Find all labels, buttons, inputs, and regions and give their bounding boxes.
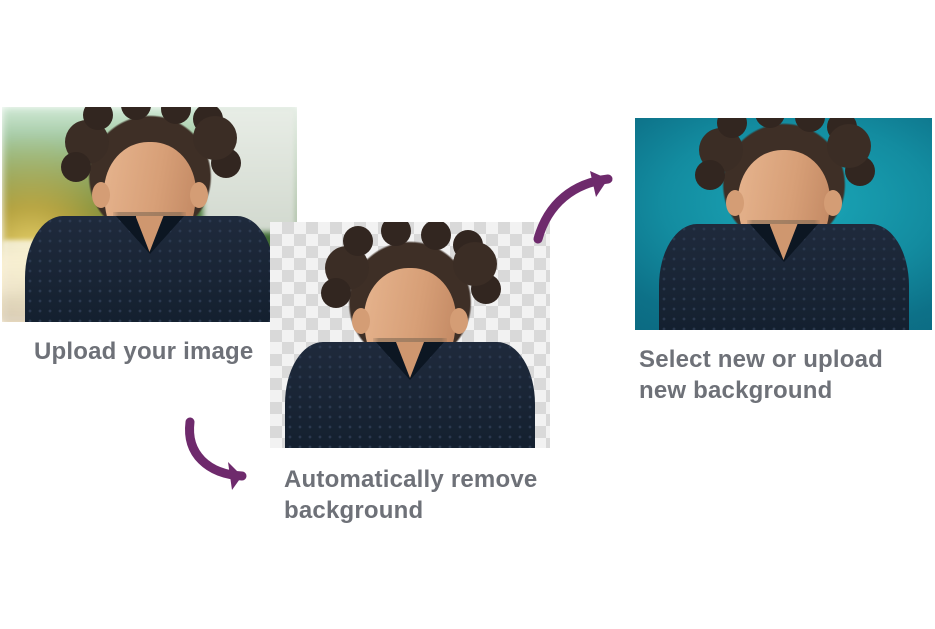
step-select-bg: Select new or upload new background (635, 118, 932, 406)
step-select-caption: Select new or upload new background (639, 344, 929, 406)
arrow-upload-to-remove (180, 414, 275, 499)
step-remove-image (270, 222, 550, 448)
step-remove-bg: Automatically remove background (270, 222, 604, 526)
step-upload: Upload your image (2, 107, 297, 367)
arrow-remove-to-select (530, 165, 630, 256)
step-upload-caption: Upload your image (34, 336, 264, 367)
step-upload-image (2, 107, 297, 322)
step-select-image (635, 118, 932, 330)
step-remove-caption: Automatically remove background (284, 464, 604, 526)
